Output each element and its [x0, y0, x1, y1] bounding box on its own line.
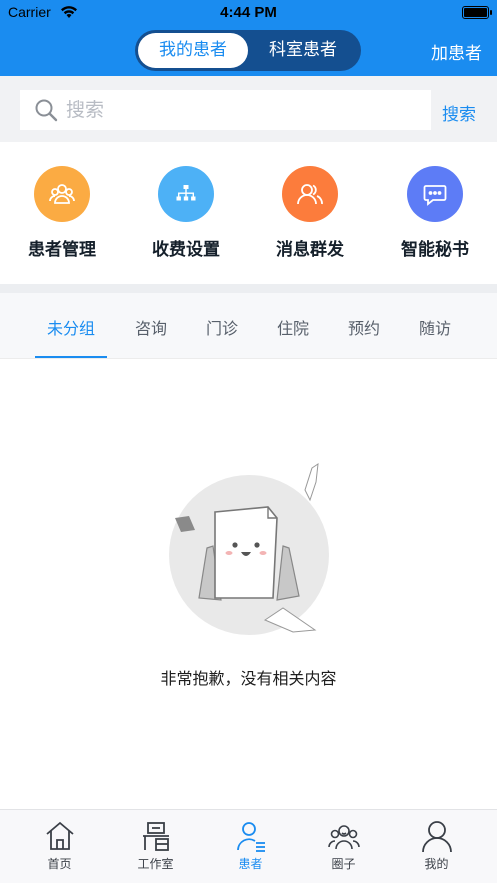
tabbar-item-patients[interactable]: 患者	[201, 810, 300, 883]
quick-actions: 患者管理 收费设置 消息群发 智能秘书	[0, 142, 497, 284]
search-icon	[34, 98, 58, 126]
smart-assistant-label: 智能秘书	[401, 240, 469, 260]
patient-management-button[interactable]: 患者管理	[7, 166, 117, 266]
nav-bar: 我的患者 科室患者 加患者	[0, 26, 497, 76]
patient-icon	[235, 819, 267, 853]
active-tab-indicator	[35, 356, 107, 358]
chat-bubble-icon	[407, 166, 463, 222]
users-broadcast-icon	[282, 166, 338, 222]
segment-my-patients[interactable]: 我的患者	[138, 33, 248, 68]
tabbar-item-home[interactable]: 首页	[10, 810, 109, 883]
tabbar-label-workstation: 工作室	[137, 857, 174, 871]
tab-inpatient[interactable]: 住院	[258, 315, 328, 339]
smart-assistant-button[interactable]: 智能秘书	[380, 166, 490, 266]
tab-ungrouped[interactable]: 未分组	[36, 315, 106, 339]
patient-category-tabs: 未分组 咨询 门诊 住院 预约 随访	[0, 293, 497, 359]
search-bar: 搜索	[0, 76, 497, 142]
tab-follow-up[interactable]: 随访	[400, 315, 470, 339]
patients-group-icon	[34, 166, 90, 222]
patient-management-label: 患者管理	[28, 240, 96, 260]
empty-state-message: 非常抱歉，没有相关内容	[160, 669, 337, 688]
tab-appointment[interactable]: 预约	[329, 315, 399, 339]
org-chart-icon	[158, 166, 214, 222]
tabbar-item-workstation[interactable]: 工作室	[106, 810, 205, 883]
home-icon	[44, 819, 76, 853]
tabbar-label-me: 我的	[424, 857, 449, 871]
empty-state-illustration	[165, 460, 335, 640]
broadcast-message-label: 消息群发	[276, 240, 344, 260]
status-bar: Carrier 4:44 PM	[0, 0, 497, 26]
fee-settings-label: 收费设置	[152, 240, 220, 260]
search-input[interactable]	[66, 90, 416, 130]
add-patient-button[interactable]: 加患者	[431, 39, 482, 64]
patient-segmented-control: 我的患者 科室患者	[135, 30, 361, 71]
tabbar-label-home: 首页	[47, 857, 72, 871]
search-button[interactable]: 搜索	[442, 100, 476, 125]
search-box	[20, 90, 431, 130]
clock: 4:44 PM	[220, 4, 277, 21]
tabbar-label-circle: 圈子	[331, 857, 356, 871]
broadcast-message-button[interactable]: 消息群发	[255, 166, 365, 266]
circle-group-icon	[328, 819, 360, 853]
tab-outpatient[interactable]: 门诊	[187, 315, 257, 339]
section-divider	[0, 284, 497, 293]
tabbar-item-me[interactable]: 我的	[387, 810, 486, 883]
battery-icon	[462, 6, 492, 19]
tabbar-label-patients: 患者	[238, 857, 263, 871]
workstation-icon	[140, 819, 172, 853]
profile-icon	[421, 819, 453, 853]
tab-consultation[interactable]: 咨询	[116, 315, 186, 339]
fee-settings-button[interactable]: 收费设置	[131, 166, 241, 266]
bottom-tab-bar: 首页 工作室 患者 圈子 我的	[0, 809, 497, 883]
segment-department-patients[interactable]: 科室患者	[248, 33, 358, 68]
tabbar-item-circle[interactable]: 圈子	[294, 810, 393, 883]
